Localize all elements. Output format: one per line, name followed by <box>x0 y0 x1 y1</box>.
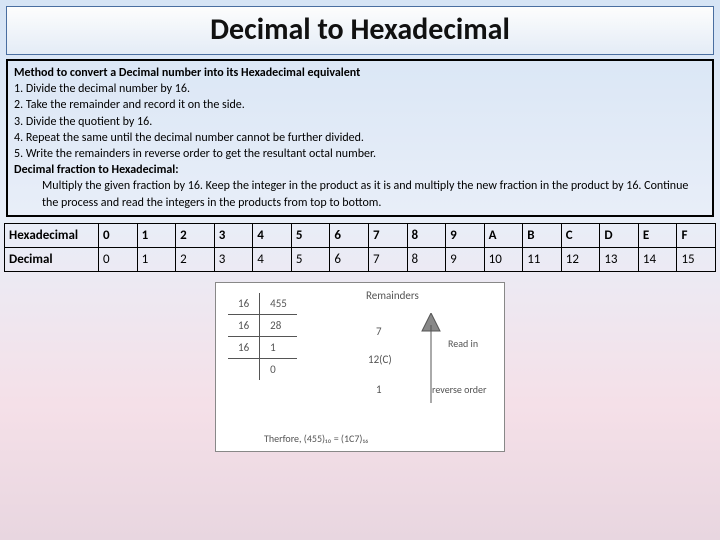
conclusion-text: Therfore, (455)₁₀ = (1C7)₁₆ <box>264 432 369 445</box>
dec-cell: 5 <box>291 247 330 271</box>
method-step: 1. Divide the decimal number by 16. <box>14 82 190 96</box>
dec-cell: 1 <box>137 247 176 271</box>
hex-cell: 7 <box>368 223 407 247</box>
dec-cell: 9 <box>446 247 485 271</box>
hex-cell: 3 <box>214 223 253 247</box>
dec-cell: 0 <box>99 247 138 271</box>
fraction-heading: Decimal fraction to Hexadecimal: <box>14 163 179 177</box>
hex-cell: 8 <box>407 223 446 247</box>
method-step: 3. Divide the quotient by 16. <box>14 115 152 129</box>
method-heading: Method to convert a Decimal number into … <box>14 66 360 80</box>
hex-cell: F <box>677 223 716 247</box>
hex-table-wrap: Hexadecimal 0 1 2 3 4 5 6 7 8 9 A B C D … <box>4 223 716 272</box>
divisor-cell: 16 <box>228 293 260 315</box>
dec-cell: 10 <box>484 247 523 271</box>
method-step: 4. Repeat the same until the decimal num… <box>14 131 364 145</box>
method-step: 5. Write the remainders in reverse order… <box>14 147 376 161</box>
title-box: Decimal to Hexadecimal <box>6 6 714 55</box>
dec-cell: 13 <box>600 247 639 271</box>
hex-cell: 1 <box>137 223 176 247</box>
hex-cell: E <box>638 223 677 247</box>
fraction-body: Multiply the given fraction by 16. Keep … <box>14 178 706 210</box>
hex-cell: 4 <box>253 223 292 247</box>
read-in-label: Read in <box>448 337 478 350</box>
reverse-order-label: reverse order <box>432 383 486 396</box>
division-steps-table: 16455 1628 161 0 <box>228 293 297 380</box>
method-step: 2. Take the remainder and record it on t… <box>14 98 245 112</box>
dec-cell: 2 <box>176 247 215 271</box>
hex-dec-table: Hexadecimal 0 1 2 3 4 5 6 7 8 9 A B C D … <box>4 223 716 272</box>
divisor-cell: 16 <box>228 314 260 336</box>
hex-cell: C <box>561 223 600 247</box>
dec-cell: 15 <box>677 247 716 271</box>
hex-cell: 2 <box>176 223 215 247</box>
dec-cell: 7 <box>368 247 407 271</box>
dec-cell: 4 <box>253 247 292 271</box>
row-label: Hexadecimal <box>5 223 99 247</box>
dec-cell: 11 <box>523 247 562 271</box>
quotient-cell: 1 <box>260 336 297 358</box>
dec-cell: 12 <box>561 247 600 271</box>
remainder-value: 12(C) <box>368 353 392 366</box>
remainders-label: Remainders <box>366 289 419 302</box>
table-row: Decimal 0 1 2 3 4 5 6 7 8 9 10 11 12 13 … <box>5 247 716 271</box>
quotient-cell: 28 <box>260 314 297 336</box>
divisor-cell: 16 <box>228 336 260 358</box>
hex-cell: D <box>600 223 639 247</box>
hex-cell: 0 <box>99 223 138 247</box>
dec-cell: 3 <box>214 247 253 271</box>
quotient-cell: 455 <box>260 293 297 315</box>
table-row: Hexadecimal 0 1 2 3 4 5 6 7 8 9 A B C D … <box>5 223 716 247</box>
remainder-value: 1 <box>376 383 382 396</box>
quotient-cell: 0 <box>260 358 297 380</box>
hex-cell: A <box>484 223 523 247</box>
hex-cell: B <box>523 223 562 247</box>
dec-cell: 14 <box>638 247 677 271</box>
page-title: Decimal to Hexadecimal <box>7 11 713 48</box>
hex-cell: 9 <box>446 223 485 247</box>
dec-cell: 8 <box>407 247 446 271</box>
division-diagram: 16455 1628 161 0 Remainders 7 12(C) 1 Re… <box>215 282 505 452</box>
row-label: Decimal <box>5 247 99 271</box>
method-box: Method to convert a Decimal number into … <box>6 59 714 217</box>
hex-cell: 6 <box>330 223 369 247</box>
remainder-value: 7 <box>376 325 382 338</box>
hex-cell: 5 <box>291 223 330 247</box>
dec-cell: 6 <box>330 247 369 271</box>
